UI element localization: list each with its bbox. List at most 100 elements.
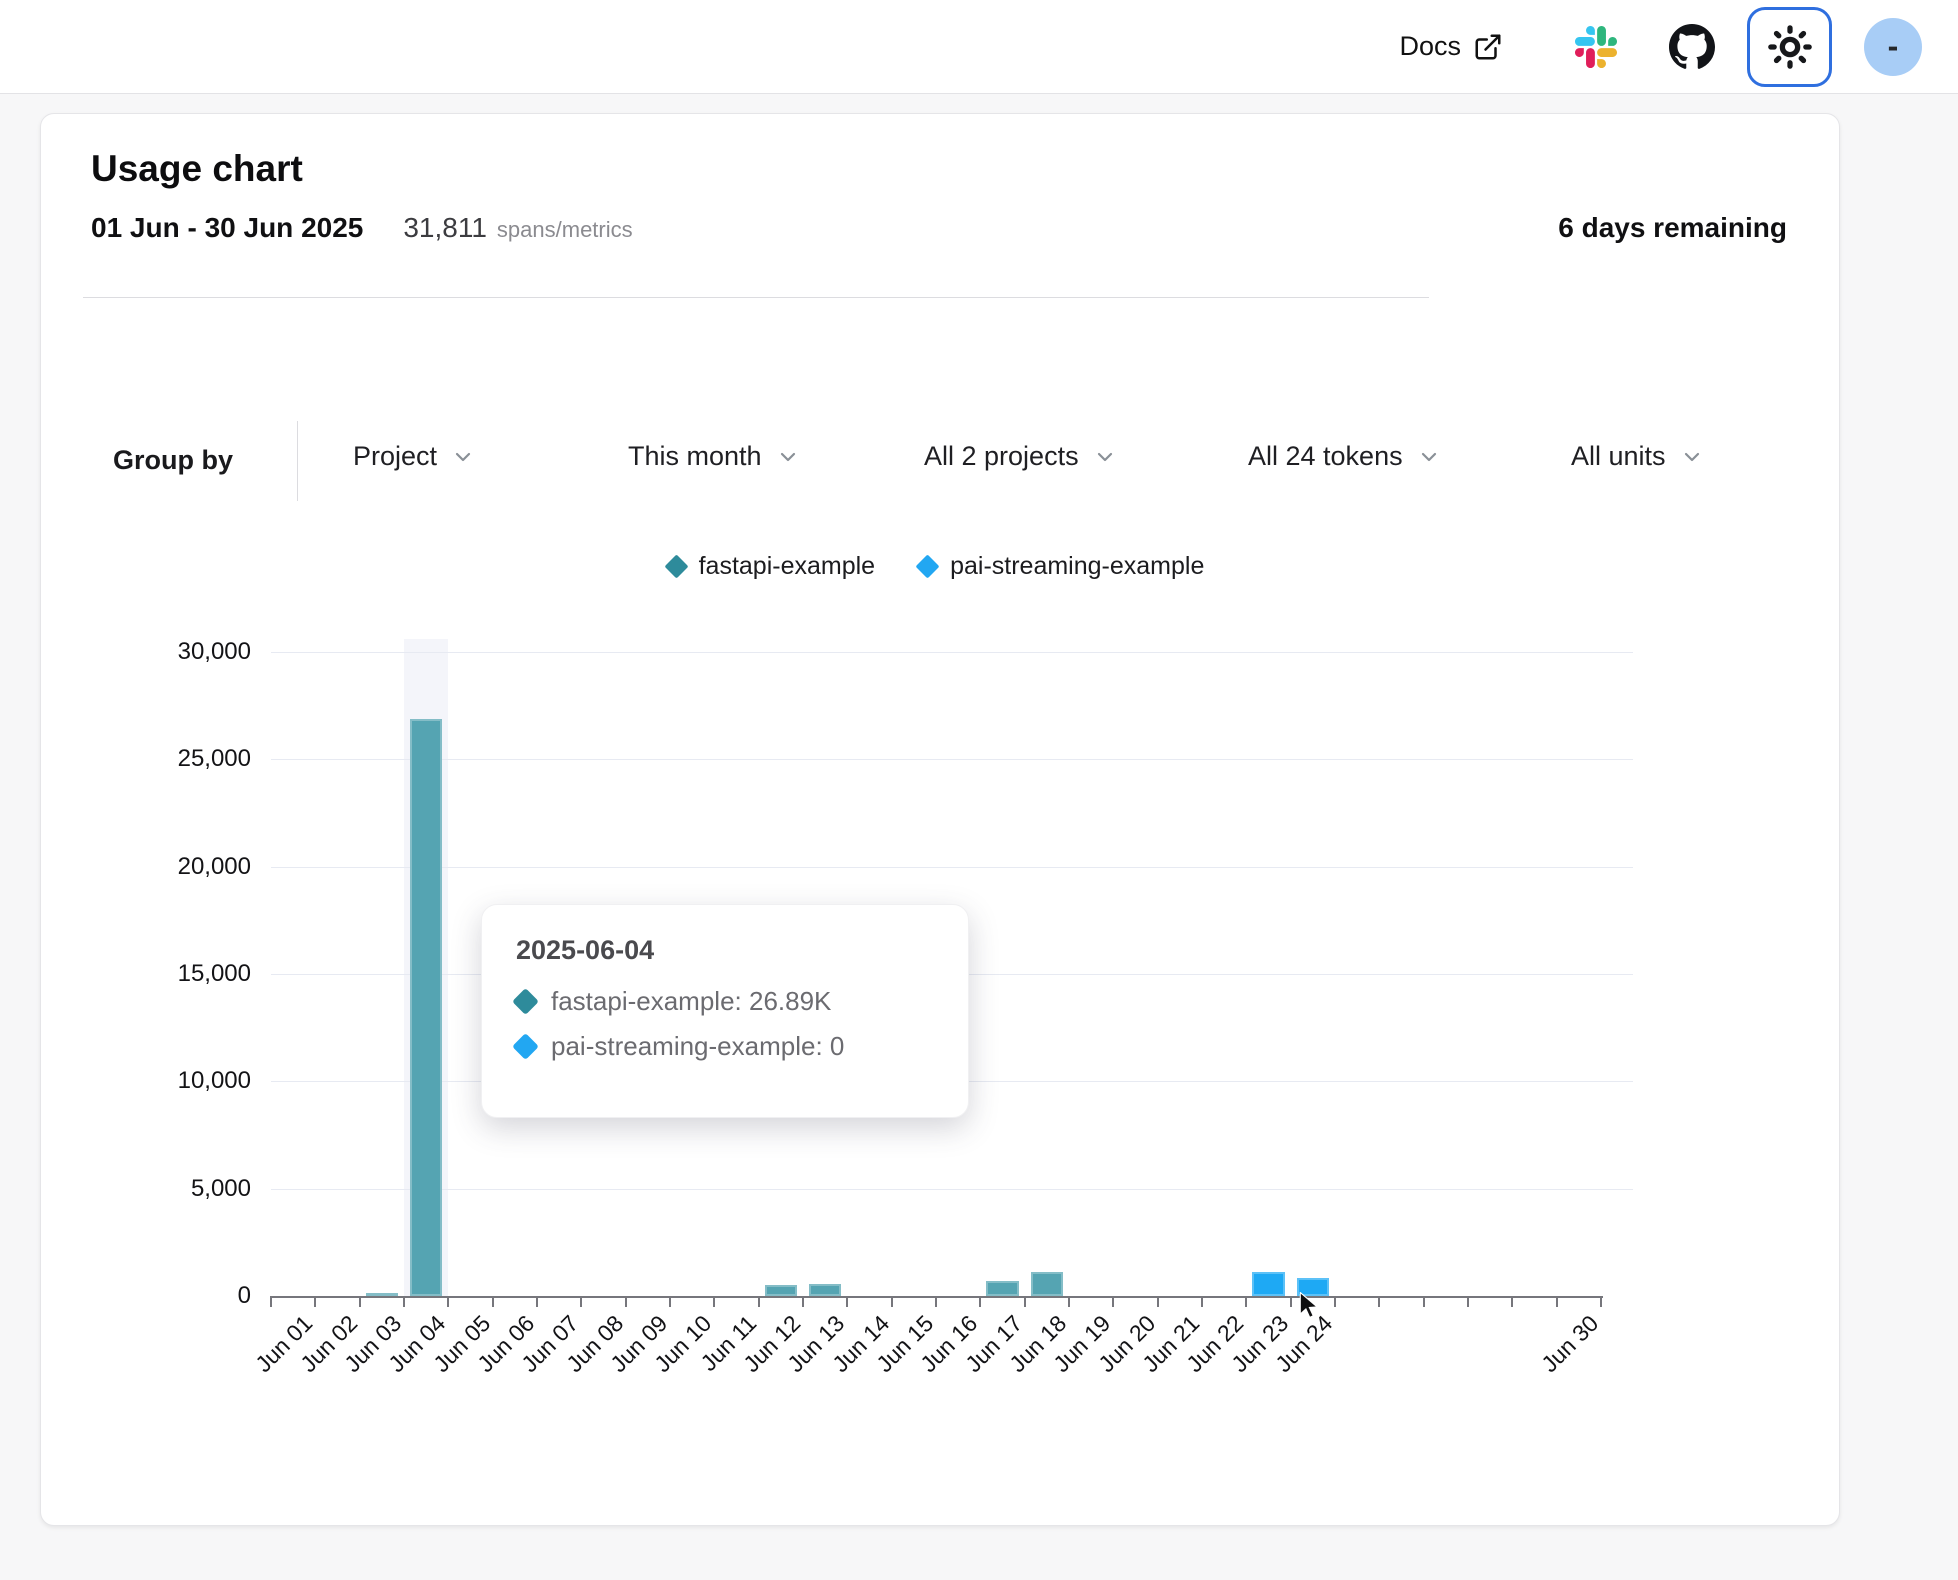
chevron-down-icon (776, 445, 800, 469)
chevron-down-icon (1417, 445, 1441, 469)
bar-jun-23[interactable] (1252, 1272, 1284, 1296)
filter-label: Project (353, 441, 437, 472)
x-axis-tick (935, 1296, 937, 1307)
date-range: 01 Jun - 30 Jun 2025 (91, 212, 363, 244)
github-icon[interactable] (1669, 24, 1715, 70)
x-axis-tick (580, 1296, 582, 1307)
x-axis-tick-label: Jun 20 (1093, 1310, 1161, 1378)
x-axis-tick-label: Jun 17 (960, 1310, 1028, 1378)
vertical-divider (297, 421, 298, 501)
legend-item-pai-streaming-example[interactable]: pai-streaming-example (919, 552, 1204, 581)
y-axis-tick-label: 20,000 (41, 853, 251, 881)
filter-row: Group by Project This month All 2 projec… (41, 421, 1839, 501)
bar-jun-04[interactable] (410, 719, 442, 1296)
x-axis-tick (1024, 1296, 1026, 1307)
chevron-down-icon (1680, 445, 1704, 469)
x-axis-tick (1334, 1296, 1336, 1307)
x-axis-tick (1157, 1296, 1159, 1307)
x-axis-tick (1600, 1296, 1602, 1307)
filter-units[interactable]: All units (1571, 441, 1704, 472)
series-marker-icon (512, 1033, 539, 1060)
x-axis-tick (314, 1296, 316, 1307)
x-axis-tick-label: Jun 23 (1226, 1310, 1294, 1378)
gridline (271, 652, 1633, 653)
x-axis-tick-label: Jun 03 (339, 1310, 407, 1378)
x-axis-tick (492, 1296, 494, 1307)
x-axis-tick (1201, 1296, 1203, 1307)
y-axis-tick-label: 25,000 (41, 745, 251, 773)
filter-date-range[interactable]: This month (628, 441, 800, 472)
legend-item-fastapi-example[interactable]: fastapi-example (668, 552, 875, 581)
x-axis-tick (1423, 1296, 1425, 1307)
x-axis-tick-label: Jun 19 (1048, 1310, 1116, 1378)
filter-group-by-project[interactable]: Project (353, 441, 475, 472)
mouse-cursor-icon (1299, 1292, 1321, 1325)
x-axis-tick (669, 1296, 671, 1307)
external-link-icon (1473, 32, 1503, 62)
x-axis-tick (1467, 1296, 1469, 1307)
filter-projects[interactable]: All 2 projects (924, 441, 1117, 472)
bar-jun-13[interactable] (809, 1284, 841, 1296)
tooltip-row: pai-streaming-example: 0 (516, 1031, 934, 1062)
x-axis-tick-label: Jun 06 (472, 1310, 540, 1378)
page-title: Usage chart (91, 148, 303, 190)
days-remaining: 6 days remaining (1558, 212, 1787, 244)
bar-jun-18[interactable] (1031, 1272, 1063, 1296)
x-axis-tick-label: Jun 07 (516, 1310, 584, 1378)
x-axis-tick (1556, 1296, 1558, 1307)
bar-jun-17[interactable] (986, 1281, 1018, 1296)
x-axis-tick-label: Jun 10 (649, 1310, 717, 1378)
x-axis-tick (270, 1296, 272, 1307)
x-axis-tick-label: Jun 30 (1536, 1310, 1604, 1378)
x-axis-tick-label: Jun 04 (383, 1310, 451, 1378)
gridline (271, 1189, 1633, 1190)
avatar[interactable]: - (1864, 18, 1922, 76)
y-axis-tick-label: 30,000 (41, 638, 251, 666)
x-axis-tick-label: Jun 12 (738, 1310, 806, 1378)
filter-label: All 2 projects (924, 441, 1079, 472)
gridline (271, 867, 1633, 868)
docs-link[interactable]: Docs (1399, 31, 1503, 62)
section-divider (83, 297, 1429, 298)
tooltip-date: 2025-06-04 (516, 935, 934, 966)
x-axis-tick-label: Jun 18 (1004, 1310, 1072, 1378)
bar-jun-12[interactable] (765, 1285, 797, 1296)
bar-jun-03[interactable] (366, 1293, 398, 1296)
y-axis-tick-label: 15,000 (41, 960, 251, 988)
x-axis-tick (758, 1296, 760, 1307)
x-axis-tick (1245, 1296, 1247, 1307)
x-axis-tick (359, 1296, 361, 1307)
x-axis-tick (979, 1296, 981, 1307)
slack-icon[interactable] (1575, 26, 1617, 68)
total-count: 31,811 (403, 212, 487, 244)
x-axis-tick (447, 1296, 449, 1307)
x-axis-tick (1068, 1296, 1070, 1307)
tooltip-row: fastapi-example: 26.89K (516, 986, 934, 1017)
legend-label: fastapi-example (699, 552, 875, 581)
filter-label: All units (1571, 441, 1666, 472)
filter-label: All 24 tokens (1248, 441, 1403, 472)
x-axis-tick-label: Jun 13 (782, 1310, 850, 1378)
x-axis-tick-label: Jun 11 (695, 1310, 762, 1377)
theme-toggle-button[interactable] (1747, 7, 1832, 87)
series-marker-icon (512, 988, 539, 1015)
x-axis-tick (1290, 1296, 1292, 1307)
filter-tokens[interactable]: All 24 tokens (1248, 441, 1441, 472)
x-axis-tick (713, 1296, 715, 1307)
x-axis-tick-label: Jun 15 (871, 1310, 939, 1378)
x-axis-tick-label: Jun 14 (827, 1310, 895, 1378)
x-axis-tick-label: Jun 09 (605, 1310, 673, 1378)
sun-icon (1767, 24, 1813, 70)
chart-tooltip: 2025-06-04 fastapi-example: 26.89K pai-s… (481, 904, 969, 1118)
docs-label: Docs (1399, 31, 1461, 62)
tooltip-row-text: pai-streaming-example: 0 (551, 1031, 844, 1062)
x-axis-tick (846, 1296, 848, 1307)
x-axis-tick (625, 1296, 627, 1307)
gridline (271, 759, 1633, 760)
usage-card: Usage chart 01 Jun - 30 Jun 2025 31,811 … (40, 113, 1840, 1526)
x-axis-tick (802, 1296, 804, 1307)
chevron-down-icon (1093, 445, 1117, 469)
x-axis-tick-label: Jun 21 (1137, 1310, 1205, 1378)
tooltip-row-text: fastapi-example: 26.89K (551, 986, 831, 1017)
x-axis-line (271, 1296, 1603, 1298)
